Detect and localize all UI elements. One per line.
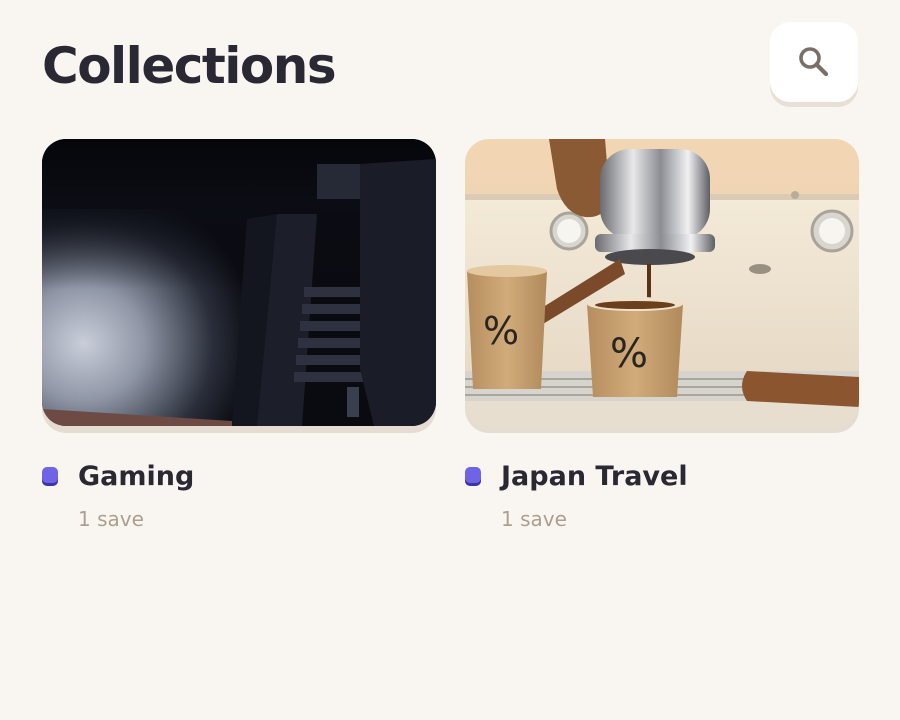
collection-color-dot — [42, 467, 58, 483]
collection-color-dot — [465, 467, 481, 483]
gaming-thumbnail-image — [42, 139, 436, 426]
collection-thumbnail — [42, 139, 436, 426]
collection-card-japan-travel[interactable]: % % Japan Travel 1 save — [465, 139, 859, 531]
page-title: Collections — [42, 37, 337, 95]
collection-save-count: 1 save — [501, 507, 567, 531]
collection-title-row: Gaming — [42, 461, 194, 493]
collection-save-count: 1 save — [78, 507, 144, 531]
search-icon — [799, 47, 829, 77]
japan-travel-thumbnail-image: % % — [465, 139, 859, 426]
svg-text:%: % — [483, 309, 519, 353]
collection-name: Gaming — [78, 461, 195, 492]
collection-name: Japan Travel — [501, 461, 688, 492]
search-button[interactable] — [770, 22, 858, 102]
collections-screen: Collections Gaming 1 save % % Japan Trav… — [0, 0, 900, 720]
collection-title-row: Japan Travel — [465, 461, 688, 493]
svg-text:%: % — [610, 331, 648, 377]
collection-card-gaming[interactable]: Gaming 1 save — [42, 139, 436, 531]
collection-thumbnail: % % — [465, 139, 859, 426]
